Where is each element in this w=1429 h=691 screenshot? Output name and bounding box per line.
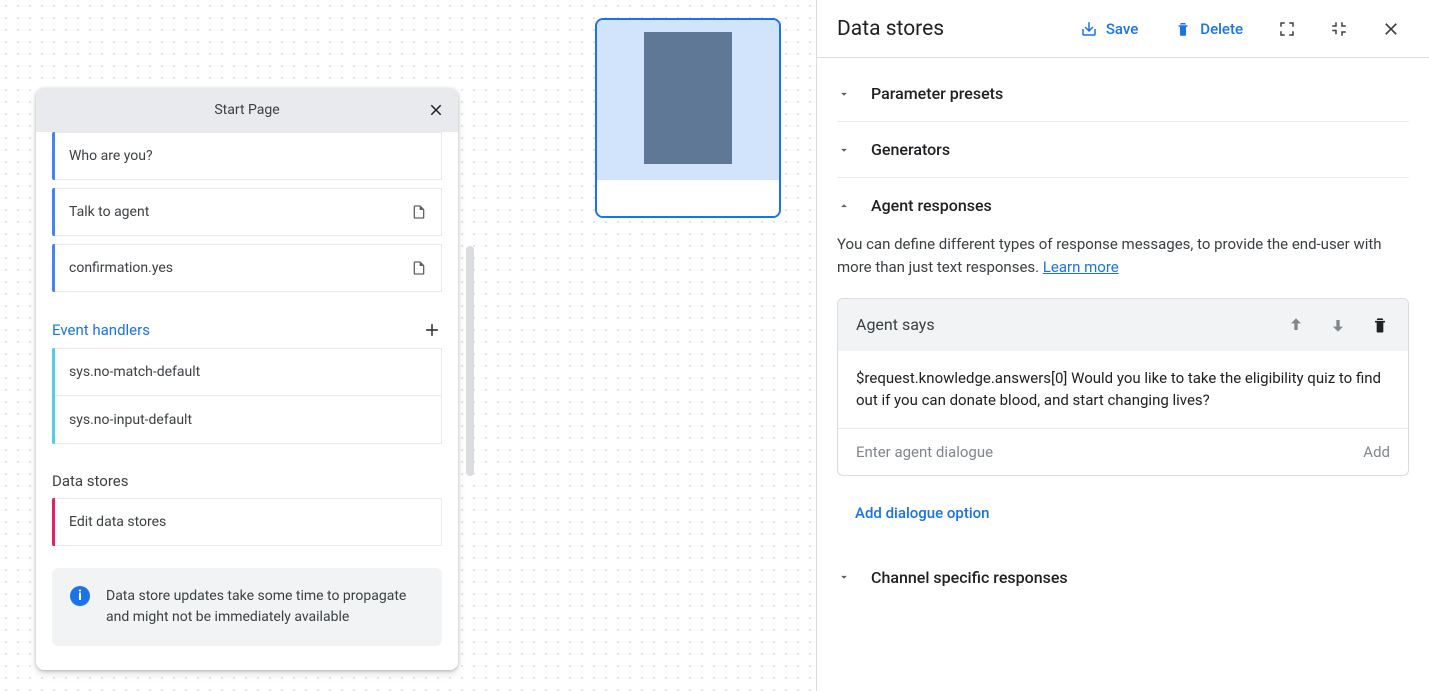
side-panel-header: Data stores Save Delete bbox=[817, 0, 1429, 58]
collapse-icon[interactable] bbox=[1321, 11, 1357, 47]
side-panel-title: Data stores bbox=[837, 17, 944, 41]
delete-label: Delete bbox=[1200, 20, 1243, 38]
save-button[interactable]: Save bbox=[1070, 14, 1148, 44]
chevron-down-icon bbox=[837, 143, 855, 157]
add-button[interactable]: Add bbox=[1363, 443, 1390, 461]
accordion-title: Agent responses bbox=[871, 196, 992, 215]
chevron-down-icon bbox=[837, 87, 855, 101]
event-handler-row[interactable]: sys.no-match-default bbox=[55, 348, 442, 396]
accordion-title: Generators bbox=[871, 140, 950, 159]
info-icon: i bbox=[70, 586, 90, 606]
accordion-generators[interactable]: Generators bbox=[837, 122, 1409, 178]
move-down-icon[interactable] bbox=[1328, 315, 1348, 335]
intent-row[interactable]: Talk to agent bbox=[55, 188, 442, 236]
move-up-icon[interactable] bbox=[1286, 315, 1306, 335]
scrollbar[interactable] bbox=[466, 246, 474, 476]
page-title: Start Page bbox=[214, 102, 279, 118]
save-label: Save bbox=[1106, 20, 1138, 38]
accordion-parameter-presets[interactable]: Parameter presets bbox=[837, 66, 1409, 122]
trash-icon[interactable] bbox=[1370, 315, 1390, 335]
data-stores-header: Data stores bbox=[52, 472, 442, 490]
intent-label: Who are you? bbox=[69, 148, 153, 164]
event-handlers-header: Event handlers bbox=[52, 320, 442, 340]
side-panel: Data stores Save Delete Parameter preset… bbox=[816, 0, 1429, 691]
intent-label: confirmation.yes bbox=[69, 260, 173, 276]
data-store-label: Edit data stores bbox=[69, 514, 166, 530]
start-page-card: Start Page Who are you? Talk to agent bbox=[36, 88, 458, 670]
node-thumb-footer bbox=[597, 180, 779, 218]
accordion-title: Parameter presets bbox=[871, 84, 1003, 103]
intent-row[interactable]: Who are you? bbox=[55, 132, 442, 180]
agent-says-text[interactable]: $request.knowledge.answers[0] Would you … bbox=[838, 351, 1408, 429]
accordion-agent-responses: Agent responses You can define different… bbox=[837, 178, 1409, 550]
event-handler-label: sys.no-match-default bbox=[69, 364, 200, 380]
add-dialogue-option-button[interactable]: Add dialogue option bbox=[855, 504, 1409, 522]
page-icon bbox=[411, 259, 427, 277]
agent-says-card: Agent says $request.knowledge.answers[0]… bbox=[837, 298, 1409, 476]
event-handler-label: sys.no-input-default bbox=[69, 412, 192, 428]
section-label: Event handlers bbox=[52, 321, 150, 339]
accordion-channel-specific[interactable]: Channel specific responses bbox=[837, 550, 1409, 605]
section-label: Data stores bbox=[52, 472, 129, 490]
delete-button[interactable]: Delete bbox=[1164, 14, 1253, 44]
node-thumb-preview bbox=[597, 20, 779, 180]
close-icon[interactable] bbox=[1373, 11, 1409, 47]
chevron-down-icon bbox=[837, 570, 855, 584]
agent-responses-description: You can define different types of respon… bbox=[837, 233, 1409, 280]
event-handler-row[interactable]: sys.no-input-default bbox=[55, 396, 442, 444]
close-icon[interactable] bbox=[424, 98, 448, 122]
add-event-handler-button[interactable] bbox=[422, 320, 442, 340]
chevron-up-icon bbox=[837, 199, 855, 213]
page-icon bbox=[411, 203, 427, 221]
expand-icon[interactable] bbox=[1269, 11, 1305, 47]
info-box: i Data store updates take some time to p… bbox=[52, 568, 442, 646]
accordion-title: Channel specific responses bbox=[871, 568, 1068, 587]
agent-says-title: Agent says bbox=[856, 315, 935, 334]
agent-says-header: Agent says bbox=[838, 299, 1408, 351]
data-store-row[interactable]: Edit data stores bbox=[55, 498, 442, 546]
intent-label: Talk to agent bbox=[69, 204, 149, 220]
page-card-header: Start Page bbox=[36, 88, 458, 132]
accordion-header[interactable]: Agent responses bbox=[837, 196, 1409, 215]
agent-dialogue-input[interactable] bbox=[856, 443, 1363, 461]
node-thumbnail[interactable] bbox=[595, 18, 781, 218]
intent-row[interactable]: confirmation.yes bbox=[55, 244, 442, 292]
canvas[interactable]: Start Page Who are you? Talk to agent bbox=[0, 0, 816, 691]
info-text: Data store updates take some time to pro… bbox=[106, 588, 406, 625]
learn-more-link[interactable]: Learn more bbox=[1043, 258, 1119, 276]
